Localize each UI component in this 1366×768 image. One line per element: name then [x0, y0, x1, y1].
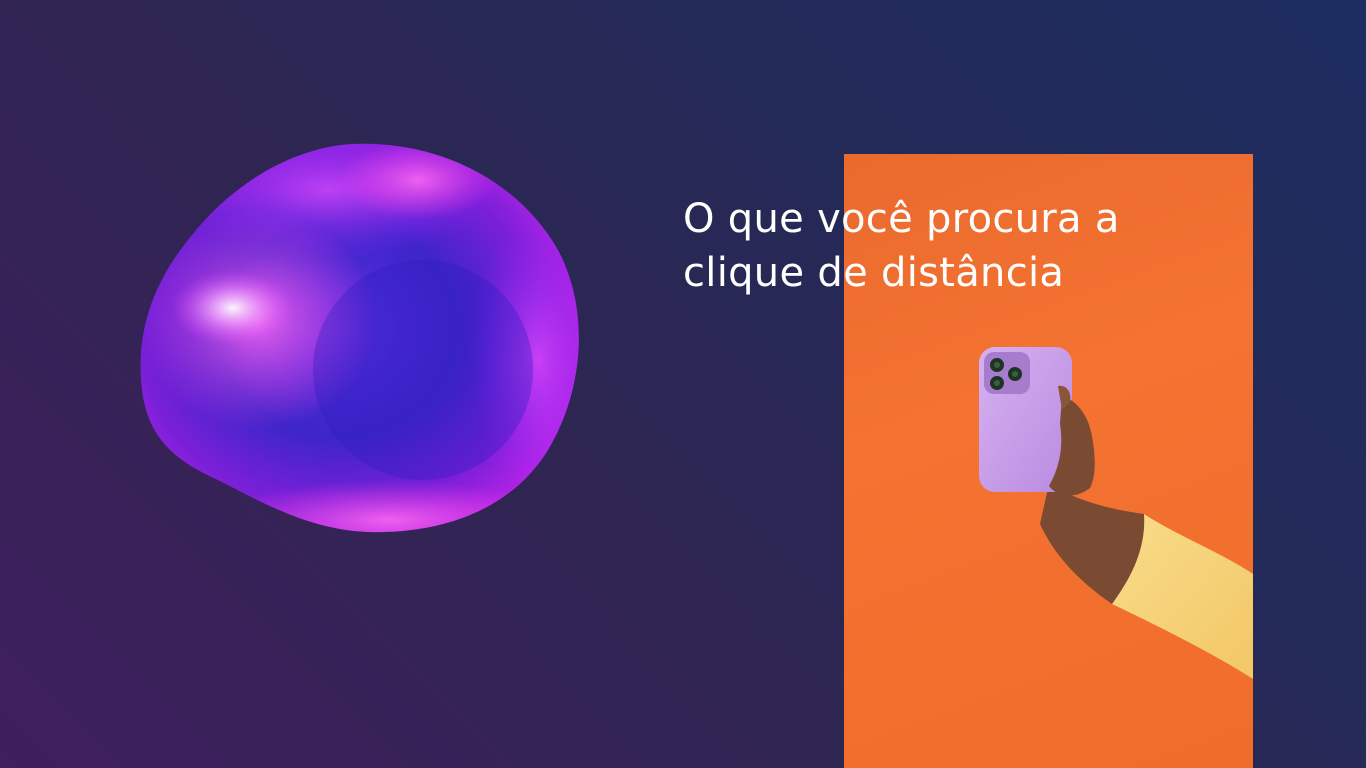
glossy-purple-bubble-icon: [140, 143, 579, 533]
presentation-slide: O que você procura a clique de distância: [0, 0, 1366, 768]
headline-line-1: O que você procura a: [683, 196, 1120, 242]
headline-line-2: clique de distância: [683, 250, 1065, 296]
headline: O que você procura a clique de distância: [683, 192, 1243, 300]
